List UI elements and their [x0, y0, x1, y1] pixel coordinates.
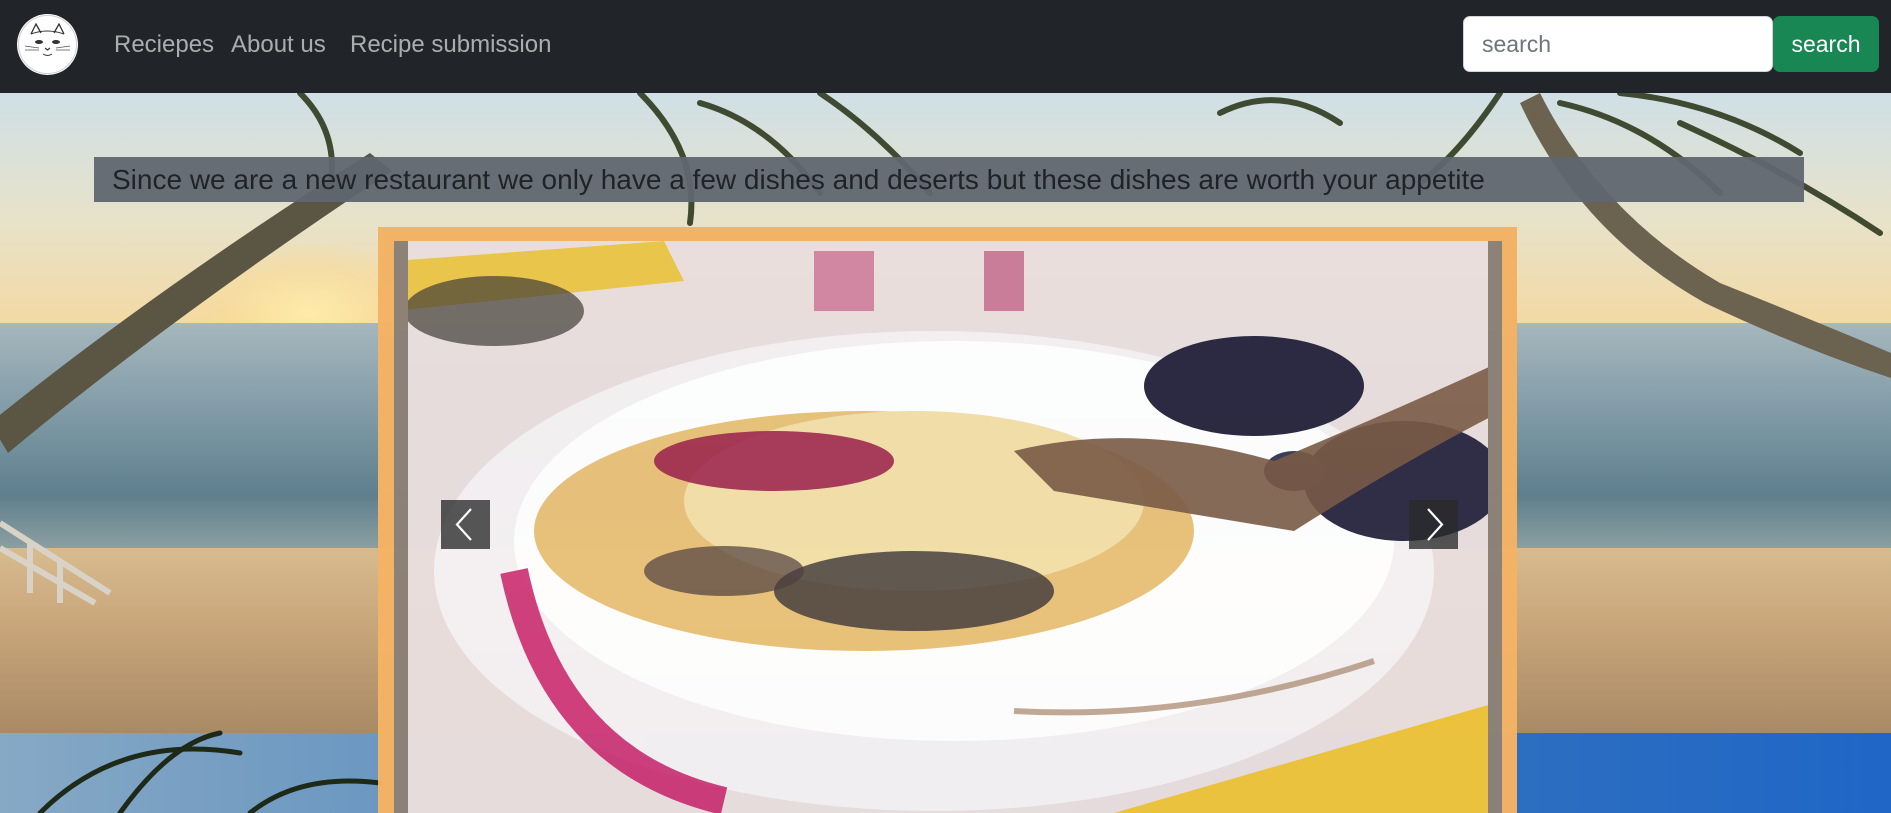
carousel-next-button[interactable]: [1409, 500, 1458, 549]
carousel-slide-image: [394, 241, 1502, 813]
carousel-prev-button[interactable]: [441, 500, 490, 549]
chevron-left-icon: [455, 508, 472, 541]
dessert-photo: [394, 241, 1502, 813]
beach-background: Since we are a new restaurant we only ha…: [0, 93, 1891, 813]
dish-carousel: [378, 227, 1517, 813]
search-input[interactable]: [1463, 16, 1773, 72]
intro-message: Since we are a new restaurant we only ha…: [94, 157, 1804, 202]
nav-link-recipe-submission[interactable]: Recipe submission: [350, 30, 551, 60]
nav-link-about-us[interactable]: About us: [231, 30, 326, 60]
navbar: Reciepes About us Recipe submission sear…: [0, 0, 1891, 93]
search-button[interactable]: search: [1773, 16, 1879, 72]
nav-link-recipes[interactable]: Reciepes: [114, 30, 214, 60]
chevron-right-icon: [1427, 508, 1444, 541]
cat-logo-icon[interactable]: [17, 14, 78, 75]
